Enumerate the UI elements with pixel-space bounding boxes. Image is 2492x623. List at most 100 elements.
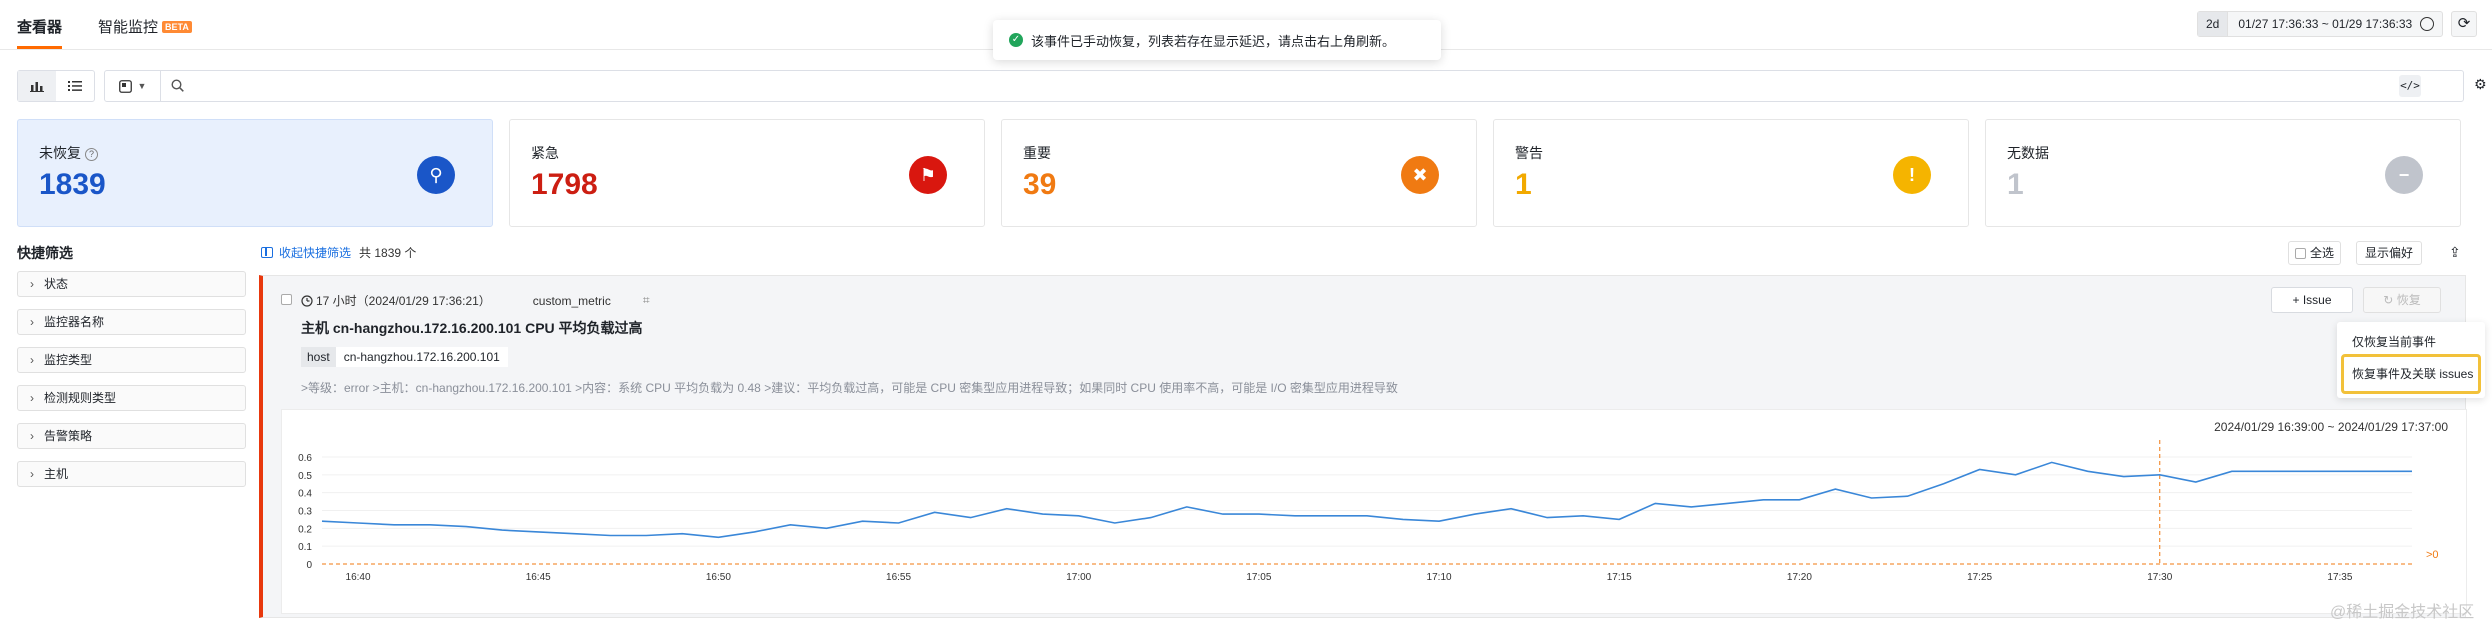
event-metric: custom_metric	[532, 293, 611, 308]
stat-card-important[interactable]: 重要 39 ✖	[1001, 119, 1477, 227]
stat-label: 重要	[1023, 145, 1051, 161]
event-time: 17 小时（2024/01/29 17:36:21）	[316, 294, 491, 308]
chevron-right-icon: ›	[30, 429, 34, 443]
y-tick-label: 0.6	[298, 453, 312, 464]
tab-smart-monitor[interactable]: 智能监控 BETA	[98, 16, 192, 37]
chart-view-button[interactable]	[18, 71, 56, 101]
stat-value: 1798	[531, 168, 598, 201]
stat-card-critical[interactable]: 紧急 1798 ⚑	[509, 119, 985, 227]
stat-card-unrecovered[interactable]: 未恢复? 1839 ⚲	[17, 119, 493, 227]
stat-label: 无数据	[2007, 145, 2049, 161]
total-count: 共 1839 个	[359, 246, 417, 260]
refresh-icon: ⟳	[2457, 15, 2471, 32]
stat-value: 1839	[39, 168, 106, 201]
list-view-button[interactable]	[56, 71, 94, 101]
stat-value: 39	[1023, 168, 1057, 201]
siren-icon: ⚑	[909, 156, 947, 194]
exclamation-icon: !	[1893, 156, 1931, 194]
scan-icon[interactable]: ⌗	[643, 293, 650, 308]
search-scope-select[interactable]: ▼	[105, 71, 161, 101]
event-chart: 2024/01/29 16:39:00 ~ 2024/01/29 17:37:0…	[281, 409, 2467, 614]
event-title[interactable]: 主机 cn-hangzhou.172.16.200.101 CPU 平均负载过高	[301, 318, 643, 338]
cross-icon: ✖	[1401, 156, 1439, 194]
x-tick-label: 17:25	[1967, 572, 1992, 583]
event-tag[interactable]: host cn-hangzhou.172.16.200.101	[301, 347, 508, 367]
filter-item-alert-policy[interactable]: › 告警策略	[17, 423, 246, 449]
filter-item-host[interactable]: › 主机	[17, 461, 246, 487]
y-tick-label: 0	[306, 560, 312, 571]
add-issue-button[interactable]: + Issue	[2271, 287, 2353, 313]
stat-label: 紧急	[531, 145, 559, 161]
check-circle-icon: ✓	[1009, 33, 1023, 47]
stat-label: 未恢复?	[39, 143, 98, 163]
stat-value: 1	[2007, 168, 2024, 201]
tag-value: cn-hangzhou.172.16.200.101	[335, 347, 508, 367]
sidebar-toggle-icon[interactable]	[261, 247, 273, 258]
wrench-icon: ⚲	[417, 156, 455, 194]
time-period: 2d	[2198, 12, 2229, 36]
series-line	[321, 461, 2412, 539]
select-all-button[interactable]: 全选	[2288, 241, 2342, 265]
chevron-right-icon: ›	[30, 315, 34, 329]
recover-button[interactable]: ↻ 恢复	[2363, 287, 2441, 313]
y-tick-label: 0.3	[298, 507, 312, 518]
x-tick-label: 16:55	[886, 572, 911, 583]
watermark: @稀土掘金技术社区	[2330, 604, 2475, 621]
checkbox[interactable]	[2295, 247, 2306, 259]
stat-card-warning[interactable]: 警告 1 !	[1493, 119, 1969, 227]
filter-scope-icon	[118, 79, 132, 93]
list-header: 收起快捷筛选 共 1839 个	[261, 244, 416, 261]
y-tick-label: 0.1	[298, 542, 312, 553]
search-icon	[171, 79, 184, 92]
x-tick-label: 17:15	[1607, 572, 1632, 583]
threshold-label: >0	[2426, 549, 2439, 561]
event-description: >等级：error >主机：cn-hangzhou.172.16.200.101…	[301, 381, 1398, 395]
x-tick-label: 16:45	[526, 572, 551, 583]
event-checkbox[interactable]	[281, 294, 292, 305]
toast-notification: ✓ 该事件已手动恢复，列表若存在显示延迟，请点击右上角刷新。	[993, 20, 1441, 60]
app-root: 查看器 智能监控 BETA 2d 01/27 17:36:33 ~ 01/29 1…	[0, 0, 2492, 623]
tab-viewer[interactable]: 查看器	[17, 16, 63, 49]
list-icon	[68, 81, 82, 91]
event-meta: 17 小时（2024/01/29 17:36:21） custom_metric…	[301, 292, 650, 309]
recover-dropdown: 仅恢复当前事件 恢复事件及关联 issues	[2337, 322, 2485, 398]
chevron-right-icon: ›	[30, 277, 34, 291]
filter-item-monitor-name[interactable]: › 监控器名称	[17, 309, 246, 335]
filter-settings-icon[interactable]: ⚙	[2474, 76, 2487, 93]
view-toggle	[17, 70, 95, 102]
chevron-right-icon: ›	[30, 391, 34, 405]
filter-item-status[interactable]: › 状态	[17, 271, 246, 297]
quick-filter-title: 快捷筛选	[17, 245, 73, 261]
filter-item-rule-type[interactable]: › 检测规则类型	[17, 385, 246, 411]
export-icon[interactable]: ⇪	[2449, 244, 2461, 261]
x-tick-label: 17:05	[1246, 572, 1271, 583]
filter-item-monitor-type[interactable]: › 监控类型	[17, 347, 246, 373]
tab-smart-monitor-label: 智能监控	[98, 19, 159, 36]
y-tick-label: 0.5	[298, 471, 312, 482]
help-icon[interactable]: ?	[85, 148, 98, 161]
x-tick-label: 17:00	[1066, 572, 1091, 583]
stat-card-nodata[interactable]: 无数据 1 −	[1985, 119, 2461, 227]
display-preference-button[interactable]: 显示偏好	[2356, 241, 2423, 265]
recover-current-option[interactable]: 仅恢复当前事件	[2352, 333, 2436, 350]
line-chart: 0 0.1 0.2 0.3 0.4 0.5 0.6 16:40 16:45 16:50 16:55 1…	[298, 440, 2439, 583]
time-range-text: 01/27 17:36:33 ~ 01/29 17:36:33	[2238, 17, 2413, 31]
y-tick-label: 0.2	[298, 524, 312, 535]
x-tick-label: 16:40	[346, 572, 371, 583]
minus-icon: −	[2385, 156, 2423, 194]
bar-chart-icon	[30, 82, 44, 92]
x-tick-label: 17:35	[2327, 572, 2352, 583]
event-card[interactable]: 17 小时（2024/01/29 17:36:21） custom_metric…	[259, 275, 2467, 618]
tag-key: host	[301, 347, 336, 367]
time-range-picker[interactable]: 2d 01/27 17:36:33 ~ 01/29 17:36:33	[2197, 11, 2443, 37]
refresh-button[interactable]: ⟳	[2451, 11, 2477, 37]
x-tick-label: 17:20	[1787, 572, 1812, 583]
clock-icon	[301, 294, 313, 307]
stat-label: 警告	[1515, 145, 1543, 161]
search-input[interactable]	[191, 75, 2391, 97]
code-mode-button[interactable]: </>	[2399, 75, 2421, 97]
chevron-right-icon: ›	[30, 353, 34, 367]
recover-with-issues-option[interactable]: 恢复事件及关联 issues	[2341, 354, 2481, 394]
collapse-filter-link[interactable]: 收起快捷筛选	[279, 244, 351, 261]
x-tick-label: 16:50	[706, 572, 731, 583]
